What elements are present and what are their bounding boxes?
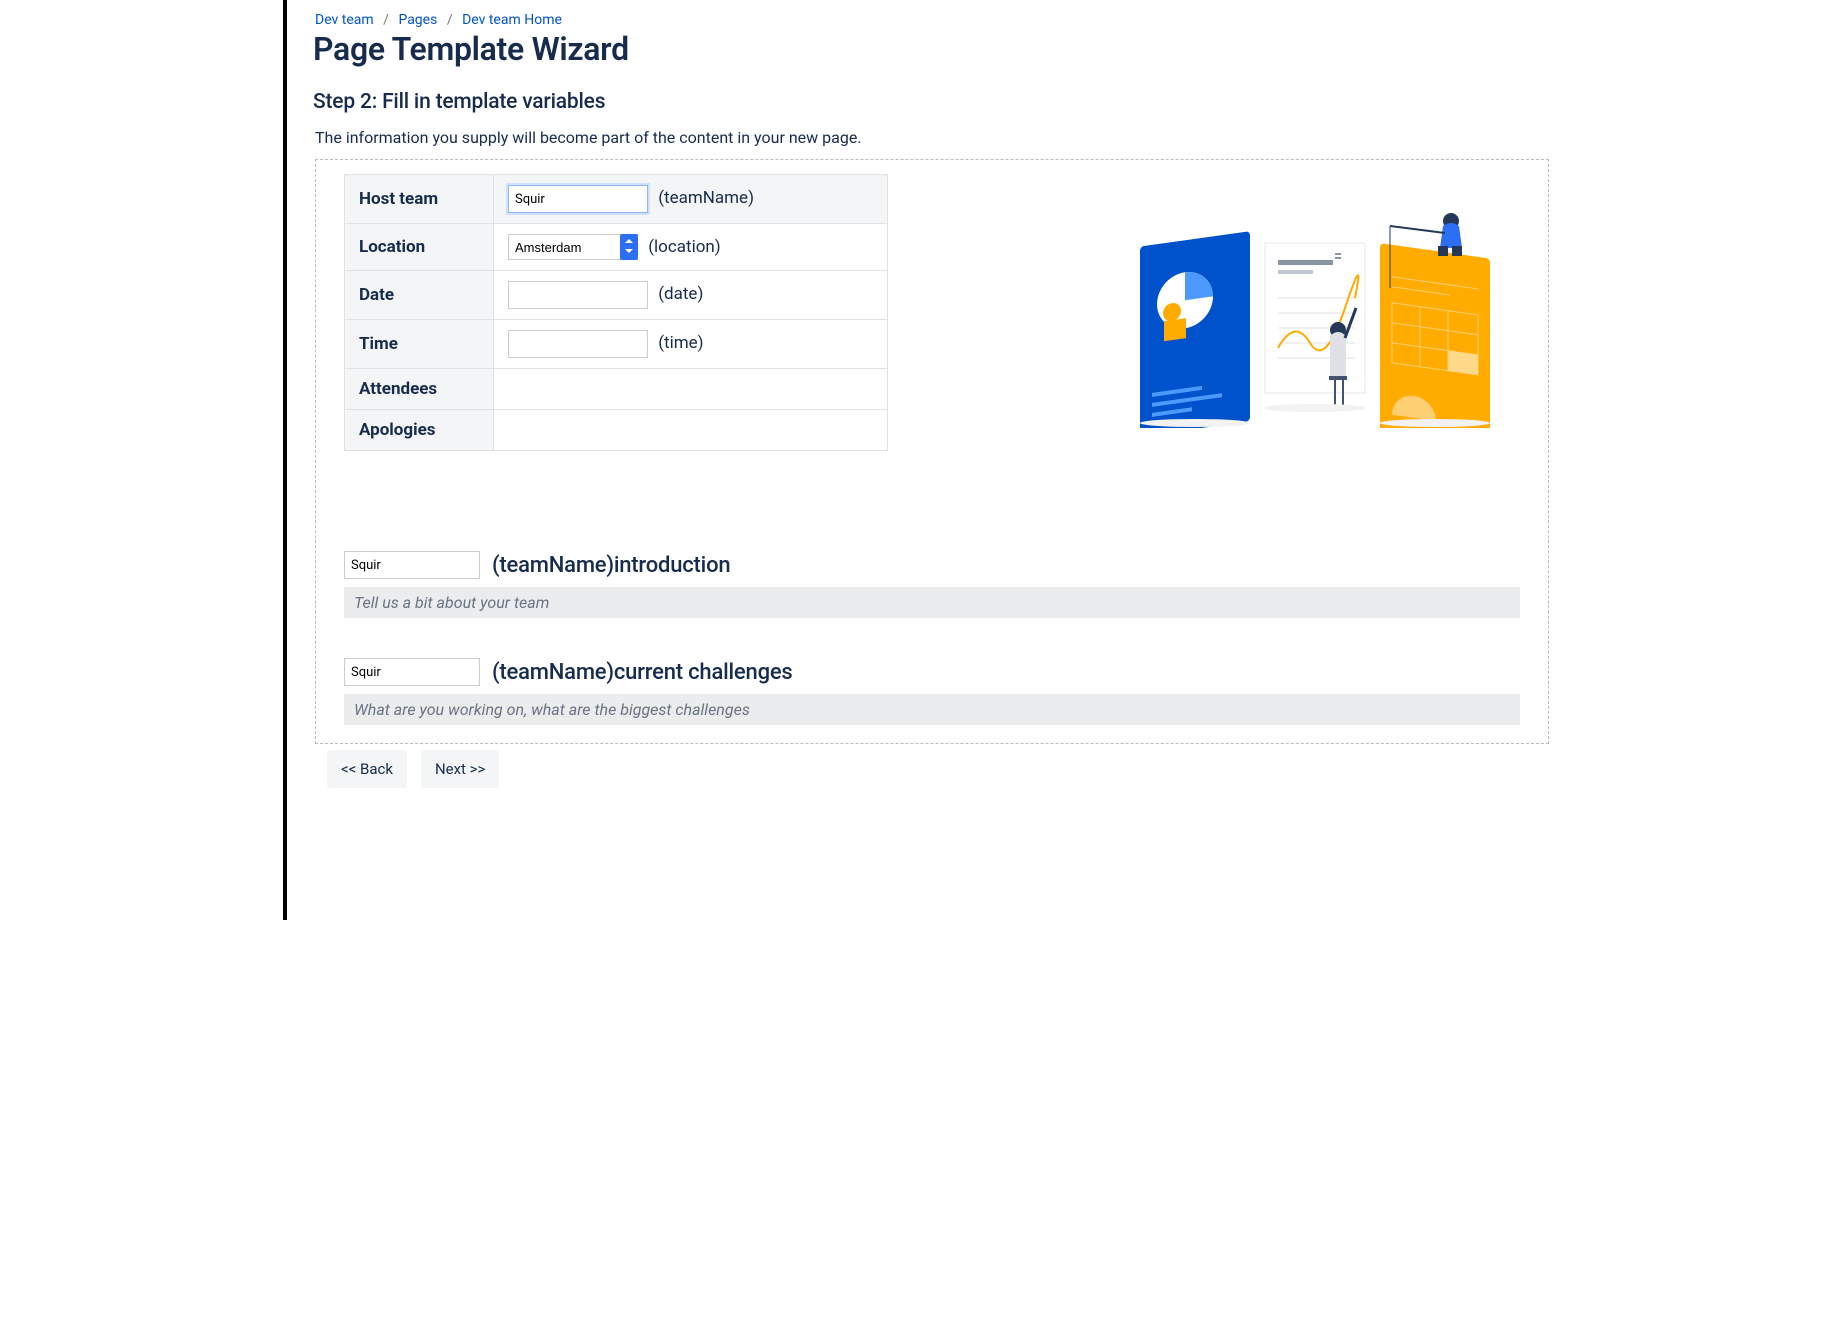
row-label: Apologies [345,410,494,451]
section-teamname-input-2[interactable] [344,658,480,686]
breadcrumb: Dev team / Pages / Dev team Home [315,12,1557,28]
empty-cell [494,369,888,410]
empty-cell [494,410,888,451]
section-heading: (teamName)introduction [492,553,730,578]
host-team-input[interactable] [508,185,648,213]
section-challenges: (teamName)current challenges What are yo… [344,658,1520,725]
illustration-icon [1130,198,1500,428]
breadcrumb-link-pages[interactable]: Pages [398,12,437,28]
section-heading: (teamName)current challenges [492,660,793,685]
back-button[interactable]: << Back [327,750,407,788]
table-row-host-team: Host team (teamName) [345,175,888,224]
section-hint: Tell us a bit about your team [344,587,1520,618]
table-row-location: Location Amsterdam (location) [345,224,888,271]
table-row-date: Date (date) [345,271,888,320]
breadcrumb-link-devteam-home[interactable]: Dev team Home [462,12,562,28]
location-select[interactable]: Amsterdam [508,234,638,260]
row-label: Location [345,224,494,271]
variables-table: Host team (teamName) Location Amsterdam [344,174,888,451]
next-button[interactable]: Next >> [421,750,499,788]
step-description: The information you supply will become p… [315,128,1557,147]
row-label: Time [345,320,494,369]
section-teamname-input-1[interactable] [344,551,480,579]
variable-label: (date) [658,284,703,304]
date-input[interactable] [508,281,648,309]
variable-label: (location) [648,237,721,257]
page-title: Page Template Wizard [313,30,1557,68]
section-introduction: (teamName)introduction Tell us a bit abo… [344,551,1520,618]
variable-label: (teamName) [658,188,754,208]
row-label: Date [345,271,494,320]
variable-label: (time) [658,333,703,353]
breadcrumb-separator: / [383,12,389,28]
chevron-updown-icon [625,249,633,253]
breadcrumb-separator: / [447,12,453,28]
template-area: Host team (teamName) Location Amsterdam [315,159,1549,744]
step-heading: Step 2: Fill in template variables [313,90,1557,114]
breadcrumb-link-devteam[interactable]: Dev team [315,12,374,28]
section-hint: What are you working on, what are the bi… [344,694,1520,725]
row-label: Host team [345,175,494,224]
row-label: Attendees [345,369,494,410]
time-input[interactable] [508,330,648,358]
table-row-apologies: Apologies [345,410,888,451]
table-row-time: Time (time) [345,320,888,369]
table-row-attendees: Attendees [345,369,888,410]
